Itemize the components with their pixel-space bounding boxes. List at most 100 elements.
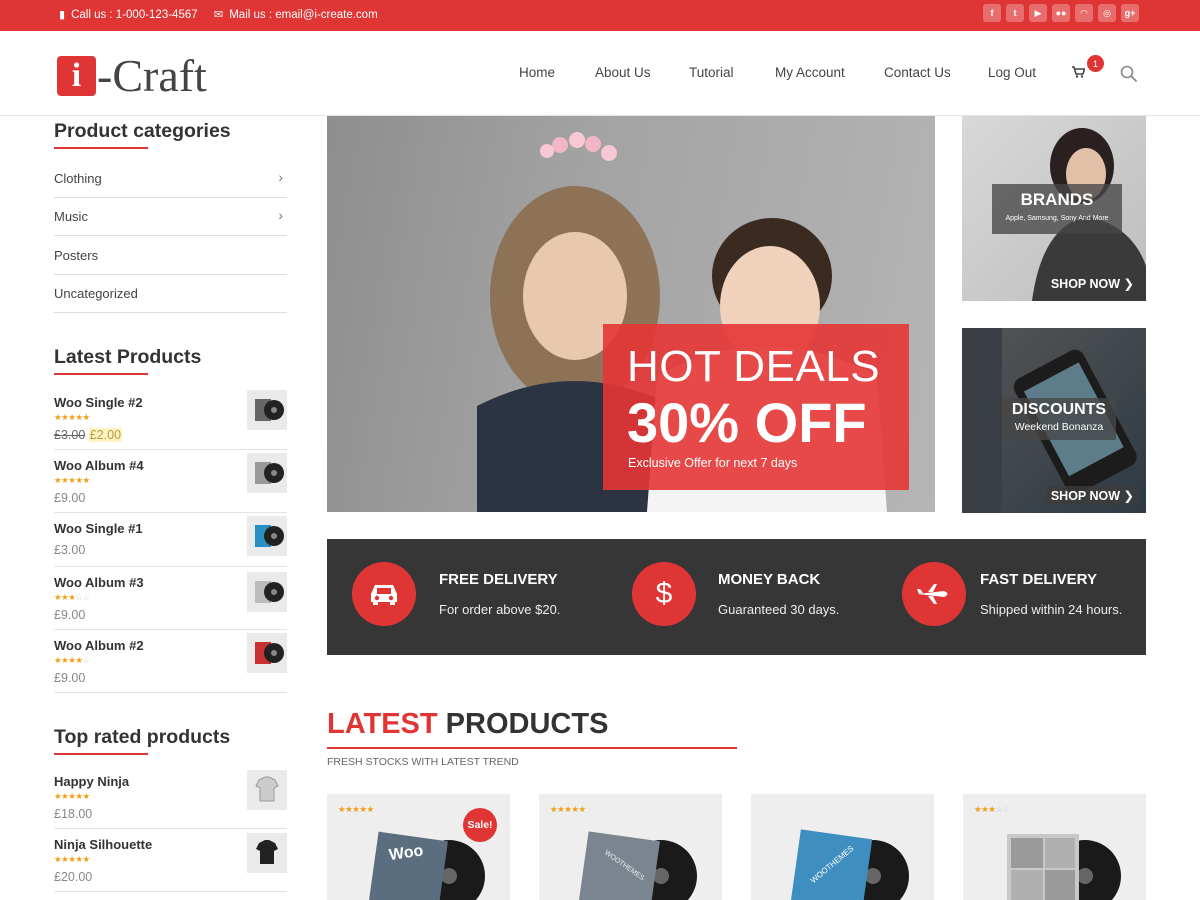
feature-title: MONEY BACK	[718, 571, 821, 588]
phone-text: Call us : 1-000-123-4567	[71, 8, 198, 21]
product-card[interactable]: ★★★★★ WOOTHEMES	[539, 794, 722, 900]
hot-deals-overlay: HOT DEALS 30% OFF Exclusive Offer for ne…	[603, 324, 909, 490]
product-card[interactable]: ★★★★★ Sale! Woo	[327, 794, 510, 900]
brands-subtitle: Apple, Samsung, Sony And More	[1005, 215, 1109, 222]
album-image: WOOTHEMES	[789, 829, 909, 900]
star-rating: ★★★★★	[54, 791, 90, 801]
brands-shop-now-button[interactable]: SHOP NOW ❯	[1047, 274, 1138, 293]
product-name[interactable]: Woo Album #3	[54, 575, 144, 590]
product-price: £3.00	[54, 543, 86, 557]
star-rating: ★★★★★	[54, 854, 90, 864]
promo-brands[interactable]: BRANDS Apple, Samsung, Sony And More SHO…	[962, 116, 1146, 301]
top-rated-item[interactable]: Ninja Silhouette ★★★★★ £20.00	[54, 833, 287, 892]
vinyl-record-icon	[255, 462, 284, 484]
latest-product-item[interactable]: Woo Single #2 ★★★★★ £3.00 £2.00	[54, 390, 287, 450]
cart-count-badge: 1	[1087, 55, 1104, 72]
plane-icon	[902, 562, 966, 626]
product-thumbnail[interactable]	[247, 833, 287, 873]
mail-text: Mail us : email@i-create.com	[229, 8, 378, 21]
product-name[interactable]: Ninja Silhouette	[54, 837, 152, 852]
latest-product-item[interactable]: Woo Album #2 ★★★★☆ £9.00	[54, 633, 287, 693]
old-price: £3.00	[54, 428, 86, 442]
youtube-icon[interactable]: ▶	[1029, 4, 1047, 22]
discounts-subtitle: Weekend Bonanza	[1014, 421, 1104, 433]
album-image: WOOTHEMES	[577, 831, 697, 900]
brands-label-box: BRANDS Apple, Samsung, Sony And More	[992, 184, 1122, 234]
product-card[interactable]: WOOTHEMES	[751, 794, 934, 900]
category-uncategorized[interactable]: Uncategorized	[54, 275, 287, 313]
search-icon[interactable]	[1120, 65, 1138, 83]
facebook-icon[interactable]: f	[983, 4, 1001, 22]
offer-text: Exclusive Offer for next 7 days	[628, 456, 798, 470]
latest-product-item[interactable]: Woo Album #4 ★★★★★ £9.00	[54, 453, 287, 513]
category-label: Clothing	[54, 171, 102, 186]
album-image	[1007, 834, 1121, 900]
rss-icon[interactable]: ◠	[1075, 4, 1093, 22]
album-image: Woo	[367, 831, 485, 900]
top-bar: ▮ Call us : 1-000-123-4567 ✉ Mail us : e…	[0, 0, 1200, 31]
section-underline	[327, 747, 737, 749]
star-rating: ★★★☆☆	[54, 592, 90, 602]
category-label: Uncategorized	[54, 286, 138, 301]
tshirt-icon	[255, 776, 279, 802]
google-plus-icon[interactable]: g+	[1121, 4, 1139, 22]
nav-home[interactable]: Home	[519, 65, 555, 80]
site-header: i -Craft Home About Us Tutorial My Accou…	[0, 31, 1200, 116]
star-rating: ★★★★★	[54, 475, 90, 485]
vinyl-record-icon	[255, 642, 284, 664]
top-rated-item[interactable]: Happy Ninja ★★★★★ £18.00	[54, 770, 287, 829]
instagram-icon[interactable]: ◎	[1098, 4, 1116, 22]
category-posters[interactable]: Posters	[54, 237, 287, 275]
logo-wordmark: -Craft	[97, 50, 207, 101]
hero-banner[interactable]: HOT DEALS 30% OFF Exclusive Offer for ne…	[327, 116, 935, 512]
categories-heading: Product categories	[54, 120, 231, 142]
discounts-label-box: DISCOUNTS Weekend Bonanza	[1002, 398, 1116, 440]
product-thumbnail[interactable]	[247, 516, 287, 556]
category-music[interactable]: Music ›	[54, 198, 287, 236]
product-thumbnail[interactable]	[247, 633, 287, 673]
star-rating: ★★★★☆	[54, 655, 90, 665]
twitter-icon[interactable]: t	[1006, 4, 1024, 22]
mail-contact: ✉ Mail us : email@i-create.com	[214, 8, 378, 22]
promo-discounts[interactable]: DISCOUNTS Weekend Bonanza SHOP NOW ❯	[962, 328, 1146, 513]
product-name[interactable]: Woo Single #2	[54, 395, 143, 410]
product-name[interactable]: Woo Single #1	[54, 521, 143, 536]
nav-about-us[interactable]: About Us	[595, 65, 651, 80]
nav-tutorial[interactable]: Tutorial	[689, 65, 734, 80]
vinyl-record-icon	[255, 525, 284, 547]
category-label: Posters	[54, 248, 99, 263]
product-price: £18.00	[54, 807, 93, 821]
product-thumbnail[interactable]	[247, 572, 287, 612]
category-clothing[interactable]: Clothing ›	[54, 160, 287, 198]
latest-product-item[interactable]: Woo Album #3 ★★★☆☆ £9.00	[54, 572, 287, 630]
product-thumbnail[interactable]	[247, 453, 287, 493]
cart-icon[interactable]	[1072, 66, 1085, 78]
product-name[interactable]: Woo Album #2	[54, 638, 144, 653]
product-card[interactable]: ★★★☆☆	[963, 794, 1146, 900]
product-price: £9.00	[54, 608, 86, 622]
site-logo[interactable]: i -Craft	[57, 53, 207, 99]
social-links: f t ▶ ●● ◠ ◎ g+	[983, 4, 1139, 22]
nav-log-out[interactable]: Log Out	[988, 65, 1036, 80]
vinyl-record-icon	[255, 399, 284, 421]
product-thumbnail[interactable]	[247, 770, 287, 810]
nav-my-account[interactable]: My Account	[775, 65, 845, 80]
latest-products-heading: Latest Products	[54, 346, 202, 368]
flickr-icon[interactable]: ●●	[1052, 4, 1070, 22]
discounts-shop-now-button[interactable]: SHOP NOW ❯	[1046, 486, 1138, 505]
brands-title: BRANDS	[1020, 190, 1094, 209]
tshirt-icon	[256, 840, 278, 864]
nav-contact-us[interactable]: Contact Us	[884, 65, 951, 80]
star-rating: ★★★★★	[54, 412, 90, 422]
title-rest: PRODUCTS	[437, 708, 609, 740]
feature-subtitle: Guaranteed 30 days.	[718, 602, 840, 617]
product-name[interactable]: Woo Album #4	[54, 458, 144, 473]
product-price: £20.00	[54, 870, 93, 884]
features-strip: FREE DELIVERY For order above $20. $ MON…	[327, 539, 1146, 655]
feature-subtitle: For order above $20.	[439, 602, 561, 617]
product-thumbnail[interactable]	[247, 390, 287, 430]
latest-product-item[interactable]: Woo Single #1 £3.00	[54, 516, 287, 567]
feature-title: FAST DELIVERY	[980, 571, 1097, 588]
car-icon	[352, 562, 416, 626]
product-name[interactable]: Happy Ninja	[54, 774, 129, 789]
